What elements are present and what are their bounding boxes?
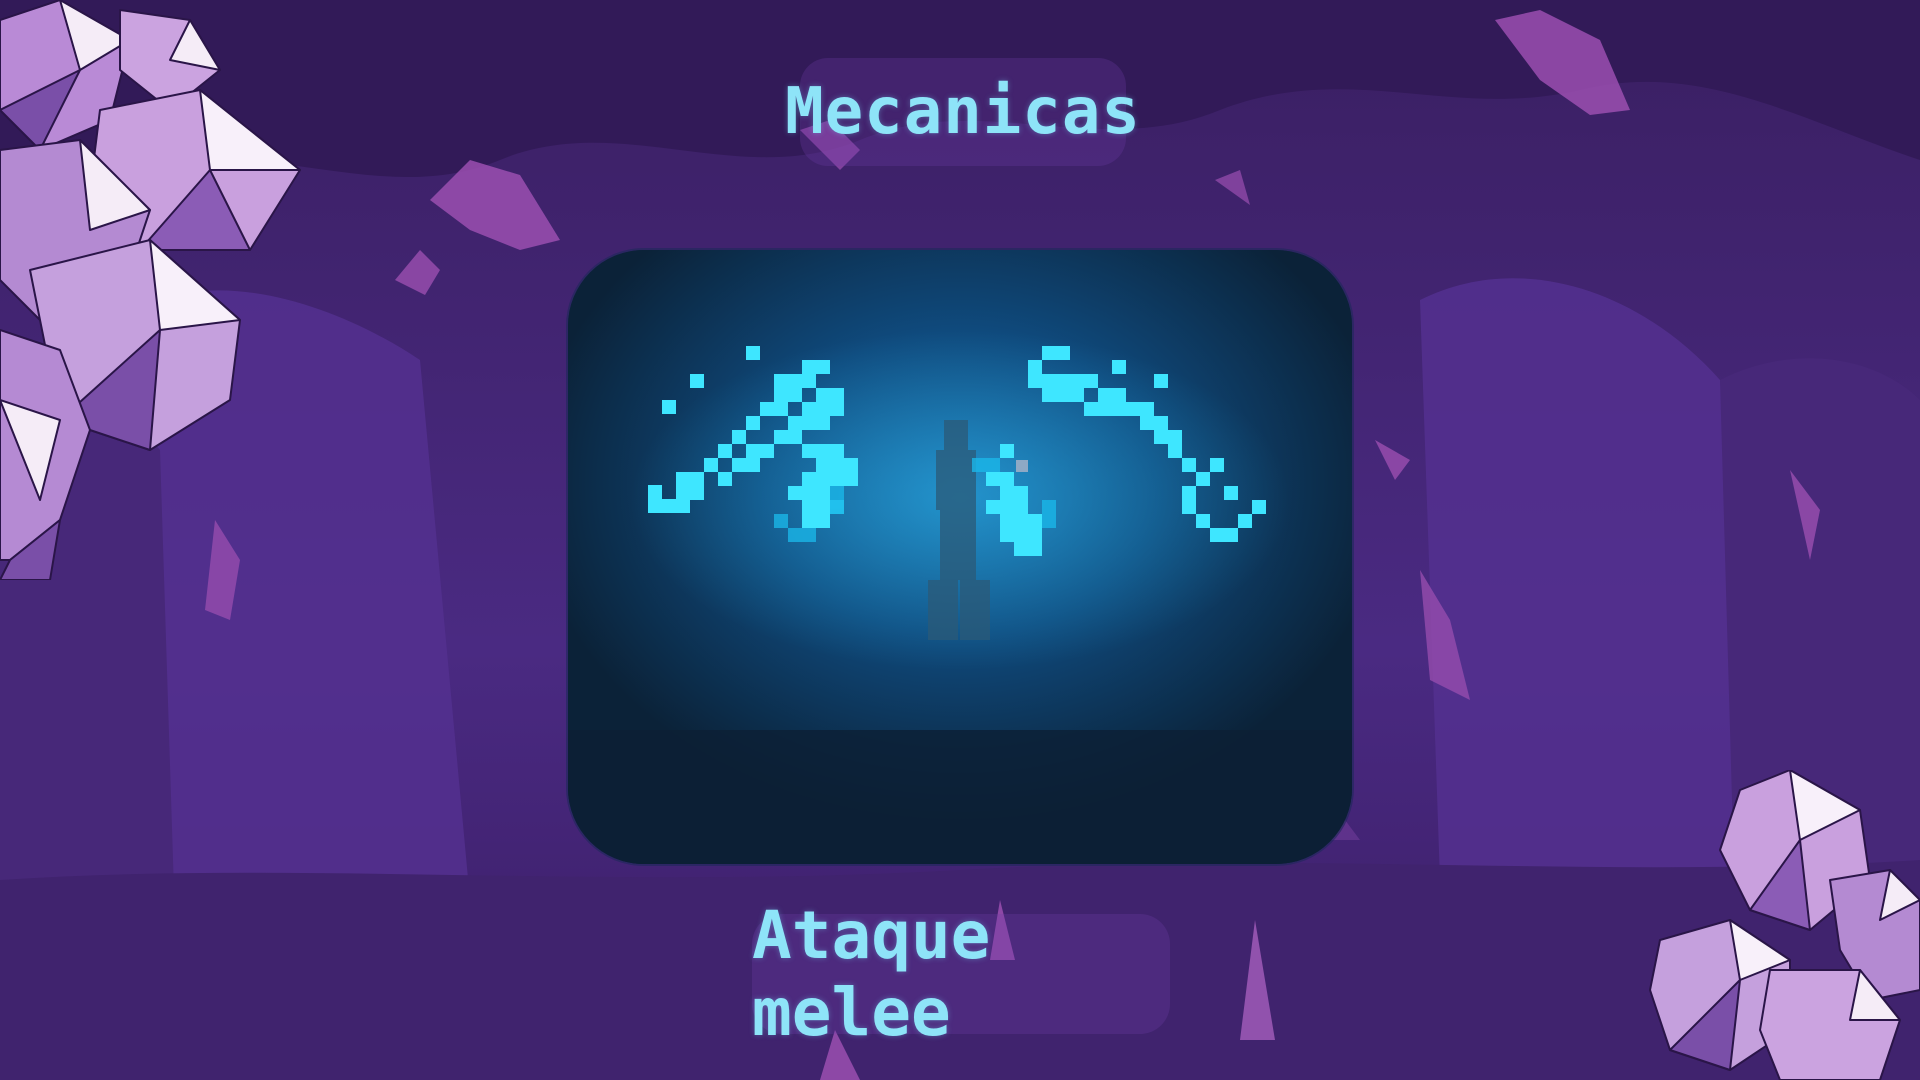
gameplay-preview [568, 250, 1352, 864]
mechanic-caption: Ataque melee [752, 897, 991, 1051]
caption-banner: Ataque melee [752, 897, 1170, 1051]
title-banner: Mecanicas [785, 58, 1140, 166]
slide-canvas: Mecanicas Ataque melee [0, 0, 1920, 1080]
crystal-cluster-icon [0, 0, 301, 580]
page-title: Mecanicas [785, 75, 1141, 149]
slash-wings-effect [568, 250, 1352, 864]
crystal-cluster-icon [1649, 770, 1920, 1080]
